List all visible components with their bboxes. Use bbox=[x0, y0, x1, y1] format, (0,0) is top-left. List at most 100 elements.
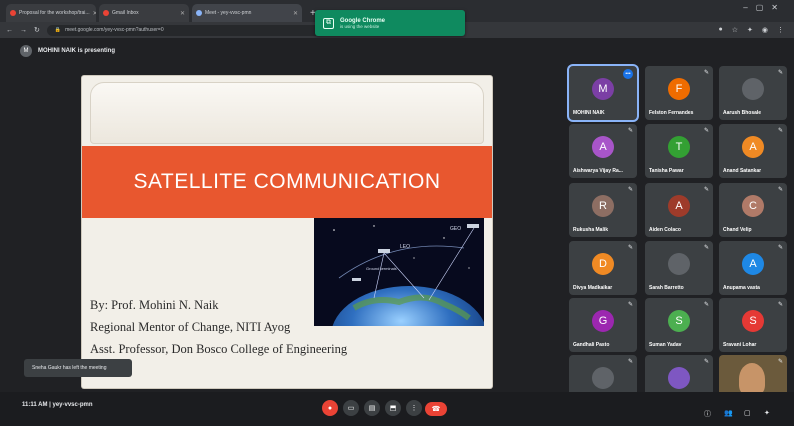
slide-title-band: SATELLITE COMMUNICATION bbox=[82, 146, 492, 218]
activities-icon[interactable]: ✦ bbox=[764, 409, 770, 417]
menu-icon[interactable]: ⋮ bbox=[777, 26, 784, 34]
avatar: A bbox=[668, 195, 690, 217]
forward-icon[interactable]: → bbox=[20, 27, 27, 34]
mic-muted-icon: ✎ bbox=[777, 302, 783, 308]
mic-muted-icon: ✎ bbox=[703, 302, 709, 308]
gmail-icon bbox=[10, 10, 16, 16]
mic-muted-icon: ✎ bbox=[627, 302, 633, 308]
avatar bbox=[668, 367, 690, 389]
gmail-icon bbox=[103, 10, 109, 16]
mic-muted-icon: ✎ bbox=[777, 70, 783, 76]
geo-label: GEO bbox=[450, 226, 461, 232]
participant-name: Chand Velip bbox=[723, 227, 752, 233]
end-call-button[interactable]: ☎ bbox=[425, 402, 447, 416]
avatar: S bbox=[668, 310, 690, 332]
notification-text: Google Chrome is using the website bbox=[340, 18, 385, 29]
satellite-image: LEO GEO Ground terminals bbox=[314, 218, 484, 326]
participant-name: Aarush Bhosale bbox=[723, 110, 762, 116]
info-icon[interactable]: ⓘ bbox=[704, 409, 711, 419]
avatar: M bbox=[592, 78, 614, 100]
window-controls[interactable]: –▢✕ bbox=[743, 3, 786, 12]
people-icon[interactable]: 👥 bbox=[724, 409, 733, 417]
participant-tile[interactable]: C ✎ Chand Velip bbox=[719, 183, 787, 237]
more-options-button[interactable]: ⋮ bbox=[406, 400, 422, 416]
captions-button[interactable]: ▤ bbox=[364, 400, 380, 416]
mic-muted-icon: ✎ bbox=[777, 187, 783, 193]
ground-label: Ground terminals bbox=[366, 266, 397, 271]
participant-name: Aishwarya Vijay Ra... bbox=[573, 168, 623, 174]
participant-tile[interactable]: A ✎ Aiden Colaco bbox=[645, 183, 713, 237]
meeting-controls-bar: 11:11 AM | yey-vvsc-pmn ● ▭ ▤ ⬒ ⋮ ☎ ⓘ 👥 … bbox=[0, 392, 794, 426]
camera-button[interactable]: ▭ bbox=[343, 400, 359, 416]
mic-muted-icon: ✎ bbox=[703, 187, 709, 193]
avatar: A bbox=[592, 136, 614, 158]
mic-off-button[interactable]: ● bbox=[322, 400, 338, 416]
mic-muted-icon: ✎ bbox=[703, 245, 709, 251]
browser-tab-active[interactable]: Meet - yey-vvsc-pmn ✕ bbox=[192, 4, 302, 22]
extension-icon[interactable]: ✦ bbox=[747, 26, 753, 34]
url-text: meet.google.com/yey-vvsc-pmn?authuser=0 bbox=[65, 27, 164, 33]
slide-affiliation-line: Asst. Professor, Don Bosco College of En… bbox=[90, 342, 348, 356]
participant-tile[interactable]: F ✎ Felston Fernandes bbox=[645, 66, 713, 120]
tab-label: Meet - yey-vvsc-pmn bbox=[205, 10, 252, 16]
close-icon[interactable]: ✕ bbox=[180, 10, 185, 17]
participant-tile[interactable]: ✎ Sarah Barretto bbox=[645, 241, 713, 295]
chat-icon[interactable]: ▢ bbox=[744, 409, 751, 417]
avatar: T bbox=[668, 136, 690, 158]
present-button[interactable]: ⬒ bbox=[385, 400, 401, 416]
participant-tile[interactable]: M ••• MOHINI NAIK bbox=[569, 66, 637, 120]
meeting-code: yey-vvsc-pmn bbox=[52, 402, 93, 408]
camera-icon[interactable]: ● bbox=[719, 26, 723, 34]
close-icon[interactable]: ✕ bbox=[293, 10, 298, 17]
participant-tile[interactable]: S ✎ Sravani Lohar bbox=[719, 298, 787, 352]
participant-name: Felston Fernandes bbox=[649, 110, 694, 116]
speaking-indicator-icon: ••• bbox=[623, 69, 633, 79]
participant-tile[interactable]: A ✎ Anupama vasta bbox=[719, 241, 787, 295]
avatar: D bbox=[592, 253, 614, 275]
participant-tile[interactable]: T ✎ Tanisha Pawar bbox=[645, 124, 713, 178]
participant-tile[interactable]: R ✎ Rukusha Malik bbox=[569, 183, 637, 237]
mic-muted-icon: ✎ bbox=[627, 359, 633, 365]
avatar: S bbox=[742, 310, 764, 332]
meet-window: Proposal for the workshop/trai... ✕ Gmai… bbox=[0, 0, 794, 426]
meet-icon bbox=[196, 10, 202, 16]
participant-name: Divya Madkaikar bbox=[573, 285, 613, 291]
mic-muted-icon: ✎ bbox=[777, 128, 783, 134]
slide-role-line: Regional Mentor of Change, NITI Ayog bbox=[90, 320, 291, 334]
participant-name: Anupama vasta bbox=[723, 285, 760, 291]
mic-muted-icon: ✎ bbox=[627, 187, 633, 193]
participant-tile[interactable]: ✎ Aarush Bhosale bbox=[719, 66, 787, 120]
leo-label: LEO bbox=[400, 244, 410, 250]
browser-tab[interactable]: Gmail Inbox ✕ bbox=[99, 4, 189, 22]
participant-tile[interactable]: A ✎ Anand Satankar bbox=[719, 124, 787, 178]
meeting-separator: | bbox=[49, 402, 51, 408]
presenting-bar: M MOHINI NAIK is presenting bbox=[0, 38, 794, 64]
participant-name: Sarah Barretto bbox=[649, 285, 684, 291]
star-icon[interactable]: ☆ bbox=[732, 26, 738, 34]
mic-muted-icon: ✎ bbox=[703, 128, 709, 134]
url-input[interactable]: 🔒 meet.google.com/yey-vvsc-pmn?authuser=… bbox=[46, 24, 347, 36]
mic-muted-icon: ✎ bbox=[777, 245, 783, 251]
profile-icon[interactable]: ◉ bbox=[762, 26, 768, 34]
mic-muted-icon: ✎ bbox=[627, 245, 633, 251]
chrome-notification[interactable]: ⧉ Google Chrome is using the website bbox=[315, 10, 465, 36]
participant-tile[interactable]: A ✎ Aishwarya Vijay Ra... bbox=[569, 124, 637, 178]
avatar: R bbox=[592, 195, 614, 217]
left-meeting-toast: Sneha Gaukr has left the meeting bbox=[24, 359, 132, 377]
close-icon[interactable]: ✕ bbox=[93, 10, 96, 17]
reload-icon[interactable]: ↻ bbox=[34, 26, 40, 34]
mic-muted-icon: ✎ bbox=[627, 128, 633, 134]
slide-title: SATELLITE COMMUNICATION bbox=[133, 170, 441, 193]
participant-tile[interactable]: D ✎ Divya Madkaikar bbox=[569, 241, 637, 295]
browser-tab[interactable]: Proposal for the workshop/trai... ✕ bbox=[6, 4, 96, 22]
tab-label: Proposal for the workshop/trai... bbox=[19, 10, 90, 16]
mic-muted-icon: ✎ bbox=[703, 70, 709, 76]
tab-label: Gmail Inbox bbox=[112, 10, 139, 16]
back-icon[interactable]: ← bbox=[6, 27, 13, 34]
participant-tile[interactable]: S ✎ Suman Yadav bbox=[645, 298, 713, 352]
avatar bbox=[742, 78, 764, 100]
participant-name: Suman Yadav bbox=[649, 342, 682, 348]
mic-muted-icon: ✎ bbox=[777, 359, 783, 365]
participant-tile[interactable]: G ✎ Gandhali Pasto bbox=[569, 298, 637, 352]
avatar: M bbox=[20, 45, 32, 57]
